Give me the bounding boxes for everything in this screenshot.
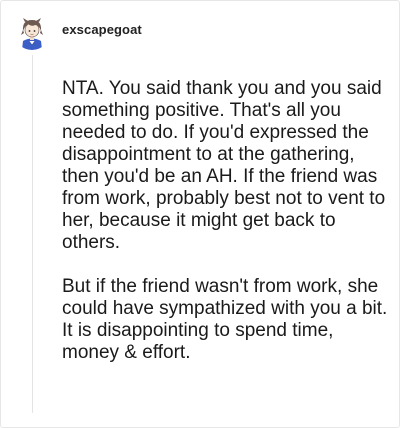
comment-paragraph: NTA. You said thank you and you said som… [62,78,386,253]
thread-line[interactable] [32,55,33,413]
comment-card: exscapegoat NTA. You said thank you and … [0,0,400,428]
cartoon-avatar-icon[interactable] [14,14,50,50]
comment-author-username[interactable]: exscapegoat [62,22,142,37]
comment-paragraph: But if the friend wasn't from work, she … [62,276,388,363]
avatar-illustration [14,14,50,50]
comment-body: NTA. You said thank you and you said som… [62,78,392,364]
comment-header: exscapegoat [14,14,142,50]
